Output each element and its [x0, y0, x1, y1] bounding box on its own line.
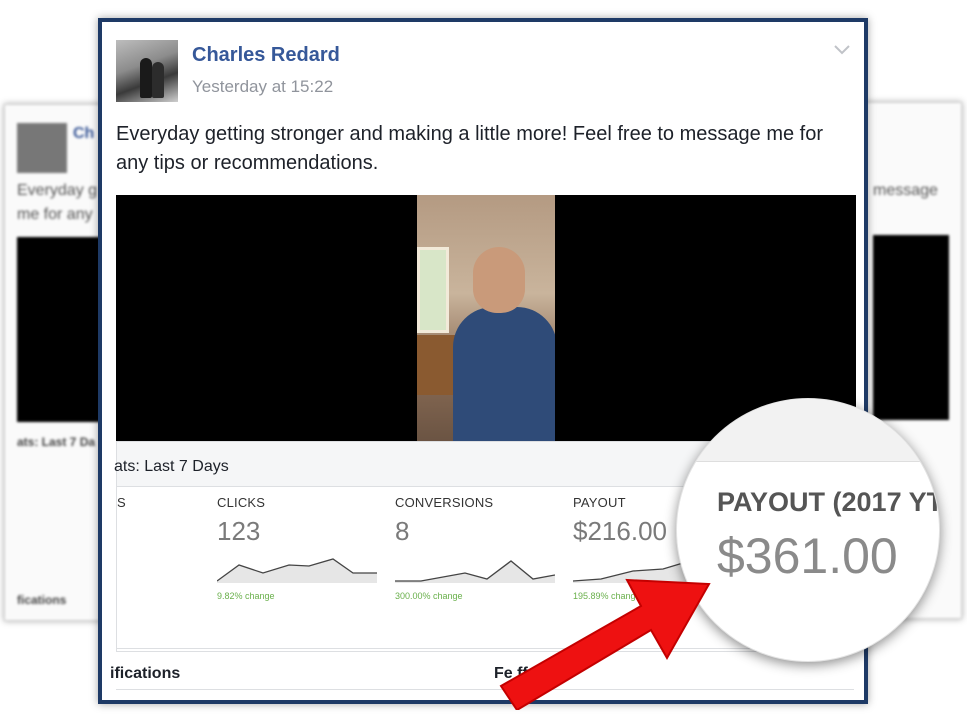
post-timestamp[interactable]: Yesterday at 15:22: [192, 77, 333, 97]
stats-title: ats: Last 7 Days: [114, 458, 229, 475]
metric-clicks: CLICKS 123 9.82% change: [217, 495, 387, 601]
metric-change: 9.82% change: [217, 591, 275, 601]
background-footer: fications: [17, 593, 67, 607]
red-arrow-icon: [499, 578, 711, 710]
offers-row: ifications Fe ffers: [110, 648, 854, 690]
metric-label: CLICKS: [217, 495, 266, 510]
zoom-payout-label: PAYOUT (2017 YT: [717, 487, 940, 517]
metric-value: 123: [217, 516, 261, 546]
background-video: [873, 235, 949, 420]
chevron-down-icon[interactable]: [834, 42, 850, 58]
zoom-payout-value: $361.00: [717, 528, 898, 584]
background-stats-title: ats: Last 7 Da: [17, 435, 96, 449]
background-post-text: Everyday g: [17, 182, 98, 199]
author-name[interactable]: Charles Redard: [192, 44, 340, 67]
notifications-heading[interactable]: ifications: [110, 665, 180, 683]
metric-value: 8: [395, 516, 410, 546]
background-post-text: message: [873, 182, 938, 199]
author-avatar[interactable]: [116, 40, 178, 102]
metric-label-cut: S: [117, 495, 126, 510]
post-text: Everyday getting stronger and making a l…: [116, 123, 824, 174]
video-frame: [417, 195, 555, 441]
zoom-header-band: [677, 399, 939, 462]
metric-label: CONVERSIONS: [395, 495, 494, 510]
background-post-text: me for any: [17, 206, 93, 223]
sparkline: [217, 558, 377, 583]
background-avatar: [17, 123, 67, 173]
background-author-name: Ch: [73, 125, 95, 142]
